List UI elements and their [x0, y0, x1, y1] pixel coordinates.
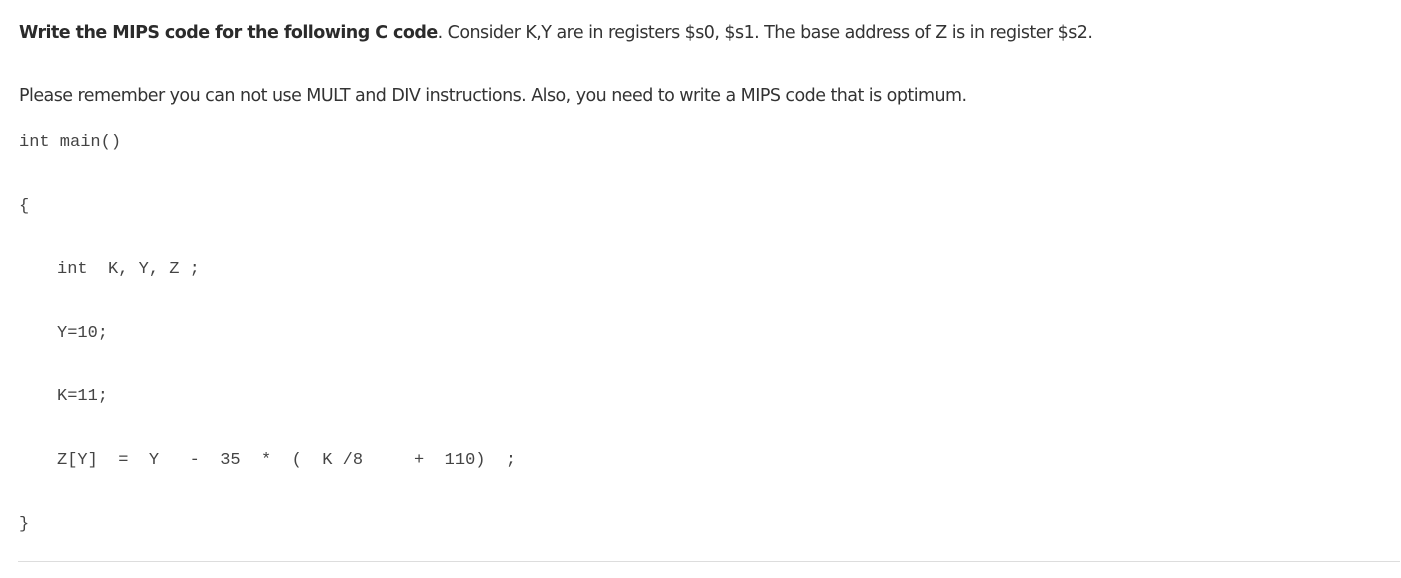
instruction-bold: Write the MIPS code for the following C …	[19, 22, 438, 43]
code-line-main-signature: int main()	[19, 133, 122, 152]
code-line-assign-k: K=11;	[57, 387, 109, 406]
question-note: Please remember you can not use MULT and…	[19, 85, 967, 106]
code-line-declaration: int K, Y, Z ;	[57, 260, 200, 279]
code-line-assign-z: Z[Y] = Y - 35 * ( K /8 + 110) ;	[57, 451, 517, 470]
code-line-open-brace: {	[19, 197, 30, 216]
question-instruction: Write the MIPS code for the following C …	[19, 22, 1093, 43]
code-line-close-brace: }	[19, 515, 30, 534]
section-divider	[18, 561, 1400, 562]
instruction-rest: . Consider K,Y are in registers $s0, $s1…	[437, 22, 1093, 43]
code-line-assign-y: Y=10;	[57, 324, 109, 343]
